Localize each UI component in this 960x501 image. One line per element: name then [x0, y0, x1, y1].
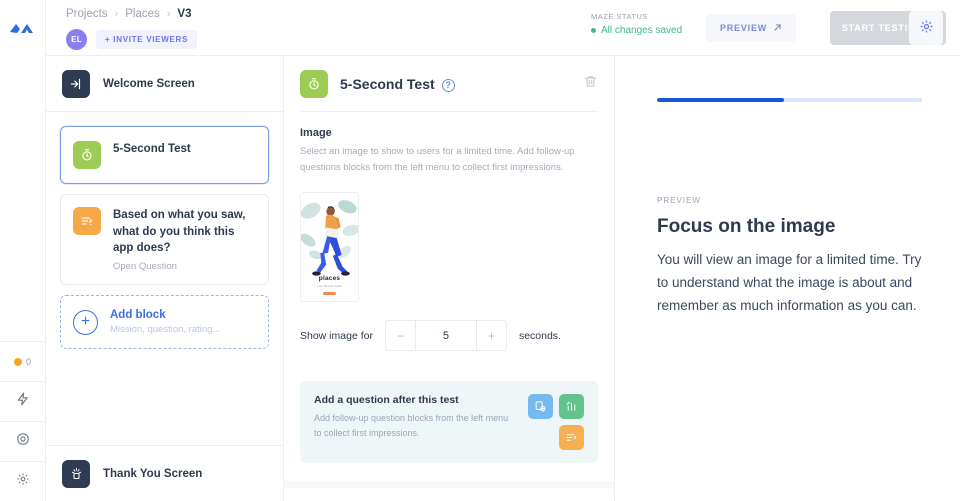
- add-question-title: Add a question after this test: [314, 394, 459, 407]
- blocks-list: 5-Second Test Based on what you saw, wha…: [46, 112, 283, 350]
- tap-test-tile[interactable]: [528, 394, 553, 420]
- stopwatch-icon: [300, 70, 328, 98]
- delete-block-button[interactable]: [583, 74, 598, 94]
- image-section-description: Select an image to show to users for a l…: [300, 146, 575, 173]
- status-dot-icon: [591, 28, 596, 33]
- rail-notifications[interactable]: 0: [0, 341, 46, 381]
- bolt-icon: [16, 392, 30, 411]
- maze-logo-icon[interactable]: [8, 18, 38, 38]
- help-circle-icon[interactable]: ?: [441, 78, 455, 92]
- status-text: All changes saved: [601, 25, 683, 36]
- image-thumbnail[interactable]: places your favorite spots: [300, 192, 359, 303]
- block-card-text: Based on what you saw, what do you think…: [113, 207, 256, 272]
- blocks-panel: Welcome Screen 5-Second Test Based on wh…: [46, 56, 284, 501]
- rail-settings[interactable]: [0, 461, 46, 501]
- rail-help[interactable]: [0, 421, 46, 461]
- chevron-right-icon: ›: [114, 8, 119, 20]
- breadcrumb-item-current: V3: [177, 8, 192, 20]
- duration-increment-button[interactable]: +: [476, 321, 506, 351]
- next-block-card-peek[interactable]: [284, 488, 614, 501]
- block-card-5-second-test[interactable]: 5-Second Test: [60, 126, 269, 184]
- maze-status: MAZE STATUS All changes saved: [591, 12, 682, 36]
- external-link-icon: [773, 23, 782, 34]
- avatar[interactable]: EL: [66, 29, 87, 50]
- notification-dot-icon: [13, 357, 22, 366]
- gear-icon: [919, 19, 934, 37]
- block-welcome-label: Welcome Screen: [103, 77, 195, 90]
- breadcrumb-item-projects[interactable]: Projects: [66, 8, 108, 20]
- duration-prefix-label: Show image for: [300, 329, 373, 342]
- preview-button[interactable]: PREVIEW: [706, 14, 796, 42]
- opinion-scale-tile[interactable]: [559, 394, 584, 420]
- block-editor-panel: 5-Second Test? Image Select an image to …: [284, 56, 614, 501]
- add-block-button[interactable]: + Add block Mission, question, rating...: [60, 295, 269, 350]
- duration-stepper: − 5 +: [384, 320, 507, 352]
- duration-value[interactable]: 5: [414, 321, 477, 351]
- editor-title: 5-Second Test: [340, 76, 435, 92]
- icon-rail: 0: [0, 0, 46, 501]
- editor-header: 5-Second Test?: [284, 56, 614, 98]
- plus-circle-icon: +: [73, 309, 98, 335]
- gear-icon: [16, 472, 30, 491]
- editor-title-wrap: 5-Second Test?: [340, 76, 455, 92]
- preview-body-text: You will view an image for a limited tim…: [657, 252, 922, 314]
- status-value-row: All changes saved: [591, 25, 682, 36]
- block-card-text: 5-Second Test: [113, 141, 191, 158]
- duration-row: Show image for − 5 + seconds.: [284, 302, 614, 352]
- question-lines-icon: [73, 207, 101, 235]
- question-type-tiles: [522, 394, 584, 451]
- thumbnail-caption-subtitle: your favorite spots: [317, 283, 342, 288]
- sparkle-icon: [62, 459, 90, 488]
- block-subtitle: Open Question: [113, 261, 177, 273]
- open-question-tile[interactable]: [559, 425, 584, 451]
- image-section-heading: Image: [300, 127, 332, 139]
- block-card-open-question[interactable]: Based on what you saw, what do you think…: [60, 194, 269, 286]
- invite-viewers-button[interactable]: + INVITE VIEWERS: [96, 30, 197, 49]
- block-thank-you-screen[interactable]: Thank You Screen: [46, 445, 283, 501]
- header-actions-row: EL + INVITE VIEWERS: [66, 29, 197, 50]
- add-question-text: Add a question after this test Add follo…: [314, 394, 512, 450]
- preview-heading: Focus on the image: [657, 216, 836, 237]
- app-root: 0 Projects › Places › V3 EL + INVITE VIE…: [0, 0, 960, 501]
- preview-progress-fill: [657, 98, 785, 102]
- stopwatch-icon: [73, 141, 101, 169]
- thumbnail-caption-title: places: [318, 274, 341, 282]
- add-block-text: Add block Mission, question, rating...: [110, 309, 220, 335]
- status-label: MAZE STATUS: [591, 12, 648, 21]
- preview-button-label: PREVIEW: [719, 23, 768, 33]
- block-title: Based on what you saw, what do you think…: [113, 209, 246, 255]
- preview-progress-bar: [657, 98, 922, 102]
- thumbnail-caption: places your favorite spots: [301, 275, 358, 296]
- enter-arrow-icon: [62, 69, 90, 98]
- duration-suffix-label: seconds.: [518, 329, 561, 342]
- add-question-description: Add follow-up question blocks from the l…: [314, 413, 509, 438]
- breadcrumb-item-places[interactable]: Places: [125, 8, 160, 20]
- block-thank-you-label: Thank You Screen: [103, 467, 203, 480]
- rail-shortcuts[interactable]: [0, 381, 46, 421]
- preview-eyebrow-label: PREVIEW: [657, 196, 701, 205]
- block-title: 5-Second Test: [113, 143, 191, 155]
- thumbnail-cta-bar: [323, 291, 336, 296]
- block-welcome-screen[interactable]: Welcome Screen: [46, 56, 283, 112]
- chevron-right-icon: ›: [166, 8, 171, 20]
- help-circle-icon: [16, 432, 30, 451]
- app-header: Projects › Places › V3 EL + INVITE VIEWE…: [46, 0, 960, 56]
- preview-panel: PREVIEW Focus on the image You will view…: [614, 56, 960, 501]
- image-section: Image Select an image to show to users f…: [284, 112, 614, 175]
- notification-count: 0: [25, 356, 31, 367]
- block-editor-card: 5-Second Test? Image Select an image to …: [284, 56, 614, 481]
- header-settings-button[interactable]: [909, 11, 943, 45]
- add-block-subtitle: Mission, question, rating...: [110, 324, 221, 336]
- add-block-title: Add block: [110, 309, 166, 322]
- duration-decrement-button[interactable]: −: [385, 321, 415, 351]
- add-question-card: Add a question after this test Add follo…: [300, 381, 598, 464]
- breadcrumb: Projects › Places › V3: [66, 8, 192, 20]
